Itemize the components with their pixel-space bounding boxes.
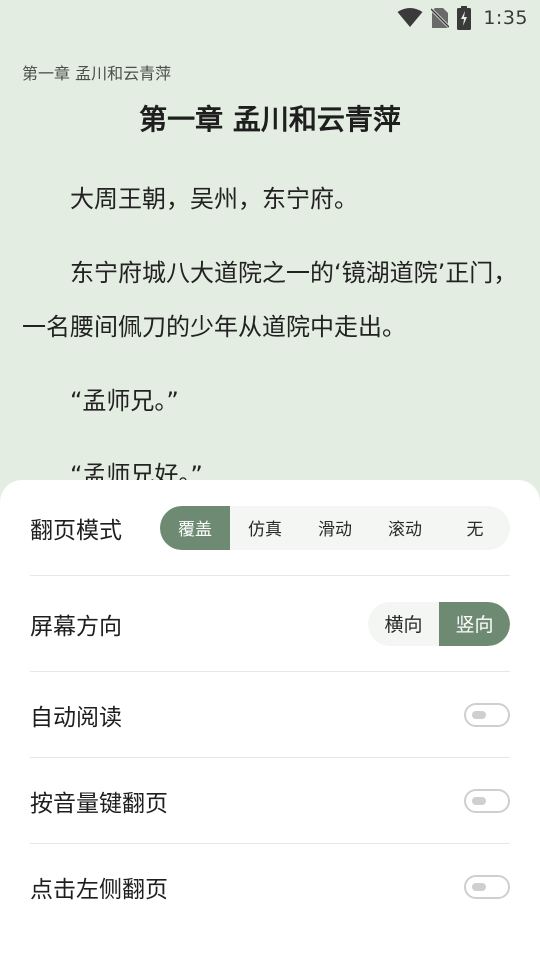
page-mode-row: 翻页模式 覆盖 仿真 滑动 滚动 无 [30,480,510,576]
chapter-title: 第一章 孟川和云青萍 [139,103,401,136]
no-sim-icon [431,7,450,29]
orientation-option-portrait[interactable]: 竖向 [439,601,510,646]
wifi-icon [397,8,423,28]
chapter-header: 第一章 孟川和云青萍 [22,64,172,83]
tap-left-row: 点击左侧翻页 [30,844,510,930]
page-mode-option-scroll[interactable]: 滚动 [370,506,440,550]
page-mode-selector: 覆盖 仿真 滑动 滚动 无 [160,505,510,550]
page-mode-option-none[interactable]: 无 [440,506,510,550]
page-mode-label: 翻页模式 [30,517,122,544]
page-mode-option-cover[interactable]: 覆盖 [160,505,230,550]
paragraph: “孟师兄。” [70,387,179,415]
paragraph: 东宁府城八大道院之一的‘镜湖道院’正门，一名腰间佩刀的少年从道院中走出。 [22,259,518,341]
auto-read-label: 自动阅读 [30,704,122,731]
volume-key-row: 按音量键翻页 [30,758,510,844]
toggle-knob [472,883,486,891]
settings-sheet: 翻页模式 覆盖 仿真 滑动 滚动 无 屏幕方向 横向 竖向 自动阅读 按音量键翻… [0,480,540,960]
status-bar: 1:35 [0,0,540,36]
reader-content[interactable]: 大周王朝，吴州，东宁府。 东宁府城八大道院之一的‘镜湖道院’正门，一名腰间佩刀的… [22,172,518,522]
volume-key-label: 按音量键翻页 [30,790,168,817]
page-mode-option-simulate[interactable]: 仿真 [230,506,300,550]
orientation-label: 屏幕方向 [30,613,122,640]
battery-charging-icon [457,6,472,30]
auto-read-row: 自动阅读 [30,672,510,758]
toggle-knob [472,710,486,719]
volume-key-toggle[interactable] [464,788,510,813]
status-time: 1:35 [483,7,528,29]
auto-read-toggle[interactable] [464,702,510,727]
orientation-row: 屏幕方向 横向 竖向 [30,576,510,672]
toggle-knob [472,796,486,805]
paragraph: 大周王朝，吴州，东宁府。 [70,185,358,213]
page-mode-option-slide[interactable]: 滑动 [300,506,370,550]
tap-left-label: 点击左侧翻页 [30,877,168,903]
orientation-option-landscape[interactable]: 横向 [368,602,439,646]
orientation-selector: 横向 竖向 [368,601,510,646]
tap-left-toggle[interactable] [464,875,510,899]
